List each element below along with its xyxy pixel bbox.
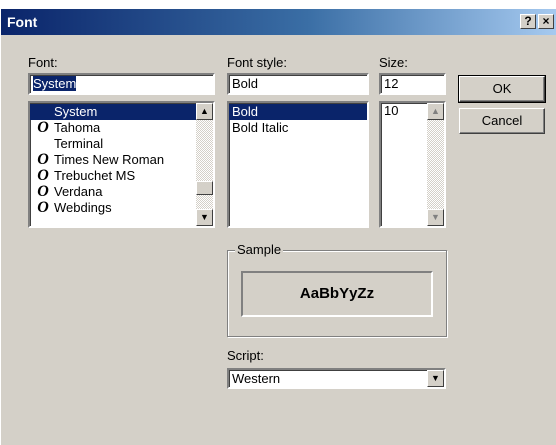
font-style-label: Font style: bbox=[227, 55, 287, 70]
ok-button[interactable]: OK bbox=[458, 75, 546, 103]
help-icon: ? bbox=[524, 14, 532, 28]
font-list-item[interactable]: O Verdana bbox=[30, 184, 196, 200]
size-scroll-up-button[interactable]: ▲ bbox=[427, 103, 444, 120]
size-list-item[interactable]: 10 bbox=[381, 103, 427, 119]
font-list-item[interactable]: O Trebuchet MS bbox=[30, 168, 196, 184]
truetype-font-icon: O bbox=[37, 119, 49, 136]
font-list-item-label: Tahoma bbox=[54, 120, 101, 135]
font-name-value: System bbox=[33, 76, 77, 91]
size-list-scrollbar[interactable]: ▲ ▼ bbox=[427, 103, 444, 226]
truetype-font-icon: O bbox=[37, 151, 49, 168]
script-select[interactable]: Western ▼ bbox=[227, 368, 446, 389]
size-item-label: 10 bbox=[384, 103, 399, 118]
window-title: Font bbox=[7, 14, 38, 30]
font-list-item-label: Terminal bbox=[54, 136, 104, 151]
font-style-list-item[interactable]: Bold bbox=[229, 104, 367, 120]
font-list-item-label: Trebuchet MS bbox=[54, 168, 136, 183]
chevron-down-icon: ▼ bbox=[431, 373, 440, 383]
font-style-value: Bold bbox=[232, 76, 259, 91]
font-style-list[interactable]: Bold Bold Italic bbox=[227, 101, 369, 228]
close-icon: × bbox=[542, 14, 550, 28]
title-bar[interactable]: Font ? × bbox=[1, 9, 556, 35]
font-label: Font: bbox=[28, 55, 58, 70]
sample-preview: AaBbYyZz bbox=[241, 271, 433, 317]
truetype-font-icon: O bbox=[37, 167, 49, 184]
size-value: 12 bbox=[384, 76, 399, 91]
font-list-item[interactable]: O Tahoma bbox=[30, 120, 196, 136]
scroll-up-icon: ▲ bbox=[200, 106, 209, 116]
scroll-thumb[interactable] bbox=[196, 181, 213, 195]
font-list-item[interactable]: O Webdings bbox=[30, 200, 196, 216]
font-style-item-label: Bold Italic bbox=[232, 120, 289, 135]
size-scroll-down-button[interactable]: ▼ bbox=[427, 209, 444, 226]
truetype-font-icon: O bbox=[37, 183, 49, 200]
font-style-list-item[interactable]: Bold Italic bbox=[229, 120, 367, 136]
scroll-up-icon: ▲ bbox=[431, 106, 440, 116]
scroll-down-icon: ▼ bbox=[200, 212, 209, 222]
font-list-item-label: System bbox=[54, 104, 98, 119]
font-list-item[interactable]: Terminal bbox=[30, 136, 196, 152]
font-list-item[interactable]: O Times New Roman bbox=[30, 152, 196, 168]
size-input[interactable]: 12 bbox=[379, 73, 446, 95]
sample-label: Sample bbox=[235, 242, 284, 257]
script-dropdown-button[interactable]: ▼ bbox=[427, 370, 444, 387]
scroll-up-button[interactable]: ▲ bbox=[196, 103, 213, 120]
truetype-font-icon: O bbox=[37, 199, 49, 216]
font-style-input[interactable]: Bold bbox=[227, 73, 369, 95]
font-list-item[interactable]: System bbox=[30, 104, 196, 120]
font-style-item-label: Bold bbox=[232, 104, 259, 119]
font-list-item-label: Times New Roman bbox=[54, 152, 165, 167]
font-list-scrollbar[interactable]: ▲ ▼ bbox=[196, 103, 213, 226]
font-dialog: Font ? × Font: System System O Tahoma Termi… bbox=[0, 8, 556, 445]
script-value: Western bbox=[232, 371, 281, 386]
font-list-item-label: Verdana bbox=[54, 184, 103, 199]
size-label: Size: bbox=[379, 55, 408, 70]
size-list[interactable]: 10 ▲ ▼ bbox=[379, 101, 446, 228]
font-name-input[interactable]: System bbox=[28, 73, 215, 95]
font-list-item-label: Webdings bbox=[54, 200, 112, 215]
cancel-button[interactable]: Cancel bbox=[459, 108, 545, 134]
scroll-down-icon: ▼ bbox=[431, 212, 440, 222]
script-label: Script: bbox=[227, 348, 264, 363]
help-button[interactable]: ? bbox=[520, 14, 536, 29]
close-button[interactable]: × bbox=[538, 14, 554, 29]
font-list[interactable]: System O Tahoma Terminal O Times New Roman O Tr… bbox=[28, 101, 215, 228]
scroll-down-button[interactable]: ▼ bbox=[196, 209, 213, 226]
